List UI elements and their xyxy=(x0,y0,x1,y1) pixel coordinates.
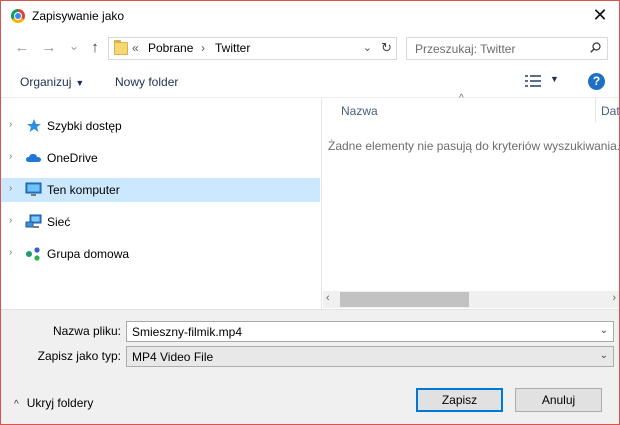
tree-item-quick-access[interactable]: › Szybki dostęp xyxy=(1,114,320,138)
chevron-up-icon: ^ xyxy=(14,399,19,410)
homegroup-icon xyxy=(26,247,40,261)
save-button[interactable]: Zapisz xyxy=(416,388,503,412)
empty-results-message: Żadne elementy nie pasują do kryteriów w… xyxy=(328,139,620,153)
organize-label: Organizuj xyxy=(20,75,72,89)
filename-label: Nazwa pliku: xyxy=(52,324,121,338)
filetype-label: Zapisz jako typ: xyxy=(37,349,121,363)
chevron-right-icon[interactable]: › xyxy=(9,119,12,130)
computer-icon xyxy=(25,182,42,196)
tree-item-label: OneDrive xyxy=(47,151,98,165)
chevron-down-icon: ▼ xyxy=(75,78,85,88)
navigation-bar: ← → ⌄ ↑ « Pobrane › Twitter ⌄ ↻ xyxy=(1,31,619,65)
breadcrumb-overflow[interactable]: « xyxy=(132,41,139,55)
chevron-right-icon[interactable]: › xyxy=(9,215,12,226)
up-arrow-icon[interactable]: ↑ xyxy=(86,39,104,57)
network-icon xyxy=(25,214,42,228)
cancel-button[interactable]: Anuluj xyxy=(515,388,602,412)
close-button[interactable]: ✕ xyxy=(587,3,613,29)
search-box xyxy=(406,37,608,60)
chevron-right-icon[interactable]: › xyxy=(9,183,12,194)
tree-item-label: Sieć xyxy=(47,215,71,229)
sort-ascending-icon: ^ xyxy=(459,93,464,104)
column-header-name[interactable]: Nazwa xyxy=(341,104,378,118)
search-icon[interactable] xyxy=(590,42,601,53)
cloud-icon xyxy=(26,153,41,162)
hide-folders-button[interactable]: ^ Ukryj foldery xyxy=(14,396,93,410)
filetype-value: MP4 Video File xyxy=(132,350,214,364)
window-title: Zapisywanie jako xyxy=(32,9,125,23)
folder-icon xyxy=(114,40,128,55)
view-dropdown-icon[interactable]: ▼ xyxy=(550,74,559,84)
save-as-dialog: Zapisywanie jako ✕ ← → ⌄ ↑ « Pobrane › T… xyxy=(0,0,620,425)
chevron-right-icon[interactable]: › xyxy=(9,247,12,258)
navigation-pane: › Szybki dostęp › OneDrive › Ten kompute… xyxy=(1,98,322,309)
breadcrumb-twitter[interactable]: Twitter xyxy=(215,41,250,55)
breadcrumb-pobrane[interactable]: Pobrane xyxy=(148,41,193,55)
search-input[interactable] xyxy=(407,38,583,59)
tree-item-label: Ten komputer xyxy=(47,183,120,197)
column-header-row: ^ Nazwa Dat xyxy=(323,93,619,123)
star-icon xyxy=(27,119,41,132)
scrollbar-thumb[interactable] xyxy=(340,292,469,307)
scroll-right-icon[interactable]: › xyxy=(612,292,616,304)
tree-item-this-pc[interactable]: › Ten komputer xyxy=(1,178,320,202)
back-arrow-icon[interactable]: ← xyxy=(13,39,31,57)
tree-item-network[interactable]: › Sieć xyxy=(1,210,320,234)
organize-button[interactable]: Organizuj ▼ xyxy=(20,75,84,89)
save-options-panel: Nazwa pliku: Smieszny-filmik.mp4 ⌄ Zapis… xyxy=(1,309,619,424)
filetype-select[interactable]: MP4 Video File ⌄ xyxy=(126,346,614,367)
view-options-icon[interactable] xyxy=(525,75,541,87)
chevron-down-icon[interactable]: ⌄ xyxy=(600,325,608,336)
hide-folders-label: Ukryj foldery xyxy=(26,396,94,410)
horizontal-scrollbar[interactable]: ‹ › xyxy=(323,291,619,308)
tree-item-label: Grupa domowa xyxy=(47,247,130,261)
new-folder-button[interactable]: Nowy folder xyxy=(115,75,178,89)
tree-item-label: Szybki dostęp xyxy=(47,119,122,133)
recent-locations-icon[interactable]: ⌄ xyxy=(65,37,83,55)
refresh-icon[interactable]: ↻ xyxy=(381,40,392,56)
address-dropdown-icon[interactable]: ⌄ xyxy=(363,41,372,54)
address-bar[interactable]: « Pobrane › Twitter ⌄ ↻ xyxy=(108,37,397,60)
tree-item-onedrive[interactable]: › OneDrive xyxy=(1,146,320,170)
filename-field[interactable]: Smieszny-filmik.mp4 ⌄ xyxy=(126,321,614,342)
forward-arrow-icon[interactable]: → xyxy=(40,39,58,57)
command-toolbar: Organizuj ▼ Nowy folder ▼ ? xyxy=(1,65,619,98)
filename-value: Smieszny-filmik.mp4 xyxy=(132,325,243,339)
column-divider[interactable] xyxy=(595,98,596,122)
help-icon[interactable]: ? xyxy=(588,73,605,90)
column-header-date[interactable]: Dat xyxy=(601,104,619,118)
file-list-pane: ^ Nazwa Dat Żadne elementy nie pasują do… xyxy=(323,93,620,309)
scroll-left-icon[interactable]: ‹ xyxy=(326,292,330,304)
chrome-icon xyxy=(11,9,25,23)
chevron-right-icon[interactable]: › xyxy=(9,151,12,162)
chevron-down-icon[interactable]: ⌄ xyxy=(600,350,608,361)
tree-item-homegroup[interactable]: › Grupa domowa xyxy=(1,242,320,266)
breadcrumb-separator[interactable]: › xyxy=(201,41,205,55)
title-bar: Zapisywanie jako ✕ xyxy=(1,1,619,31)
